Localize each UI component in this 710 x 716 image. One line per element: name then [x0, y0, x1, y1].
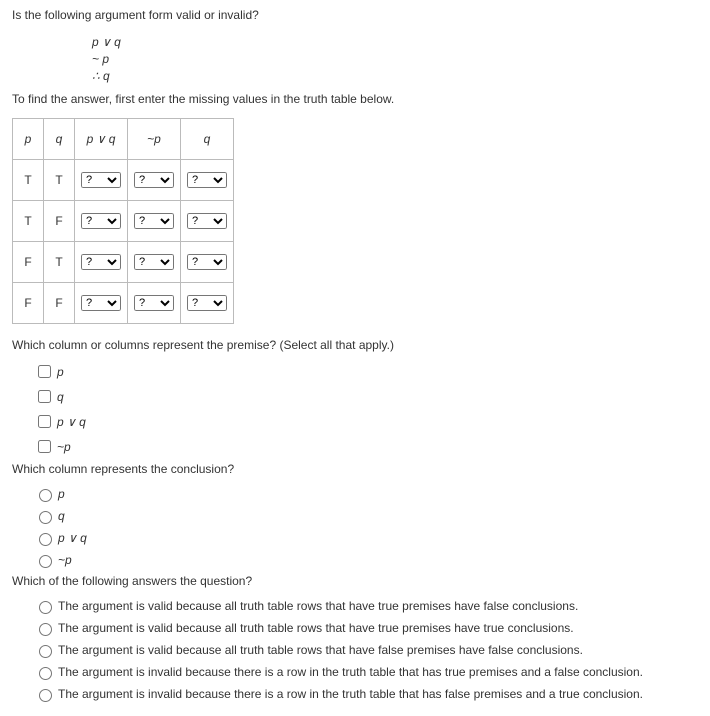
- cell-p: F: [13, 283, 44, 324]
- cell-p: T: [13, 160, 44, 201]
- cell-p: T: [13, 201, 44, 242]
- final-question: Which of the following answers the quest…: [12, 574, 698, 588]
- select-qc-1[interactable]: ?: [187, 213, 227, 229]
- argument-line-3: ∴ q: [92, 68, 698, 85]
- truth-table: p q p ∨ q ~p q T T ? ? ? T F ? ? ? F T ?…: [12, 118, 234, 324]
- final-label-b: The argument is valid because all truth …: [58, 621, 574, 635]
- premise-options: p q p ∨ q ~p: [34, 362, 698, 456]
- final-options: The argument is valid because all truth …: [34, 598, 698, 702]
- final-label-e: The argument is invalid because there is…: [58, 687, 643, 701]
- header-pvq: p ∨ q: [75, 119, 128, 160]
- instruction-text: To find the answer, first enter the miss…: [12, 92, 698, 106]
- select-qc-0[interactable]: ?: [187, 172, 227, 188]
- select-pvq-0[interactable]: ?: [81, 172, 121, 188]
- header-q: q: [44, 119, 75, 160]
- premise-checkbox-np[interactable]: [38, 440, 51, 453]
- argument-line-2: ~ p: [92, 51, 698, 68]
- conclusion-label-q: q: [58, 509, 65, 523]
- cell-p: F: [13, 242, 44, 283]
- header-qc: q: [181, 119, 234, 160]
- table-row: T F ? ? ?: [13, 201, 234, 242]
- select-pvq-3[interactable]: ?: [81, 295, 121, 311]
- header-np: ~p: [128, 119, 181, 160]
- premise-checkbox-q[interactable]: [38, 390, 51, 403]
- select-pvq-1[interactable]: ?: [81, 213, 121, 229]
- argument-line-1: p ∨ q: [92, 34, 698, 51]
- premise-checkbox-pvq[interactable]: [38, 415, 51, 428]
- final-label-d: The argument is invalid because there is…: [58, 665, 643, 679]
- select-np-0[interactable]: ?: [134, 172, 174, 188]
- conclusion-radio-p[interactable]: [39, 489, 52, 502]
- premise-label-p: p: [57, 365, 64, 379]
- cell-q: F: [44, 201, 75, 242]
- premise-label-pvq: p ∨ q: [57, 415, 86, 429]
- cell-q: T: [44, 160, 75, 201]
- conclusion-options: p q p ∨ q ~p: [34, 486, 698, 568]
- select-np-2[interactable]: ?: [134, 254, 174, 270]
- final-label-c: The argument is valid because all truth …: [58, 643, 583, 657]
- select-np-1[interactable]: ?: [134, 213, 174, 229]
- header-p: p: [13, 119, 44, 160]
- conclusion-label-np: ~p: [58, 553, 72, 567]
- select-qc-3[interactable]: ?: [187, 295, 227, 311]
- select-pvq-2[interactable]: ?: [81, 254, 121, 270]
- table-row: F F ? ? ?: [13, 283, 234, 324]
- conclusion-radio-q[interactable]: [39, 511, 52, 524]
- premise-checkbox-p[interactable]: [38, 365, 51, 378]
- premise-label-np: ~p: [57, 440, 71, 454]
- final-radio-e[interactable]: [39, 689, 52, 702]
- final-radio-c[interactable]: [39, 645, 52, 658]
- table-row: F T ? ? ?: [13, 242, 234, 283]
- question-intro: Is the following argument form valid or …: [12, 8, 698, 22]
- premise-question: Which column or columns represent the pr…: [12, 338, 698, 352]
- conclusion-label-p: p: [58, 487, 65, 501]
- final-label-a: The argument is valid because all truth …: [58, 599, 578, 613]
- conclusion-label-pvq: p ∨ q: [58, 531, 87, 545]
- select-qc-2[interactable]: ?: [187, 254, 227, 270]
- premise-label-q: q: [57, 390, 64, 404]
- final-radio-a[interactable]: [39, 601, 52, 614]
- conclusion-question: Which column represents the conclusion?: [12, 462, 698, 476]
- argument-form: p ∨ q ~ p ∴ q: [92, 34, 698, 84]
- select-np-3[interactable]: ?: [134, 295, 174, 311]
- final-radio-b[interactable]: [39, 623, 52, 636]
- conclusion-radio-np[interactable]: [39, 555, 52, 568]
- conclusion-radio-pvq[interactable]: [39, 533, 52, 546]
- table-row: T T ? ? ?: [13, 160, 234, 201]
- cell-q: T: [44, 242, 75, 283]
- final-radio-d[interactable]: [39, 667, 52, 680]
- cell-q: F: [44, 283, 75, 324]
